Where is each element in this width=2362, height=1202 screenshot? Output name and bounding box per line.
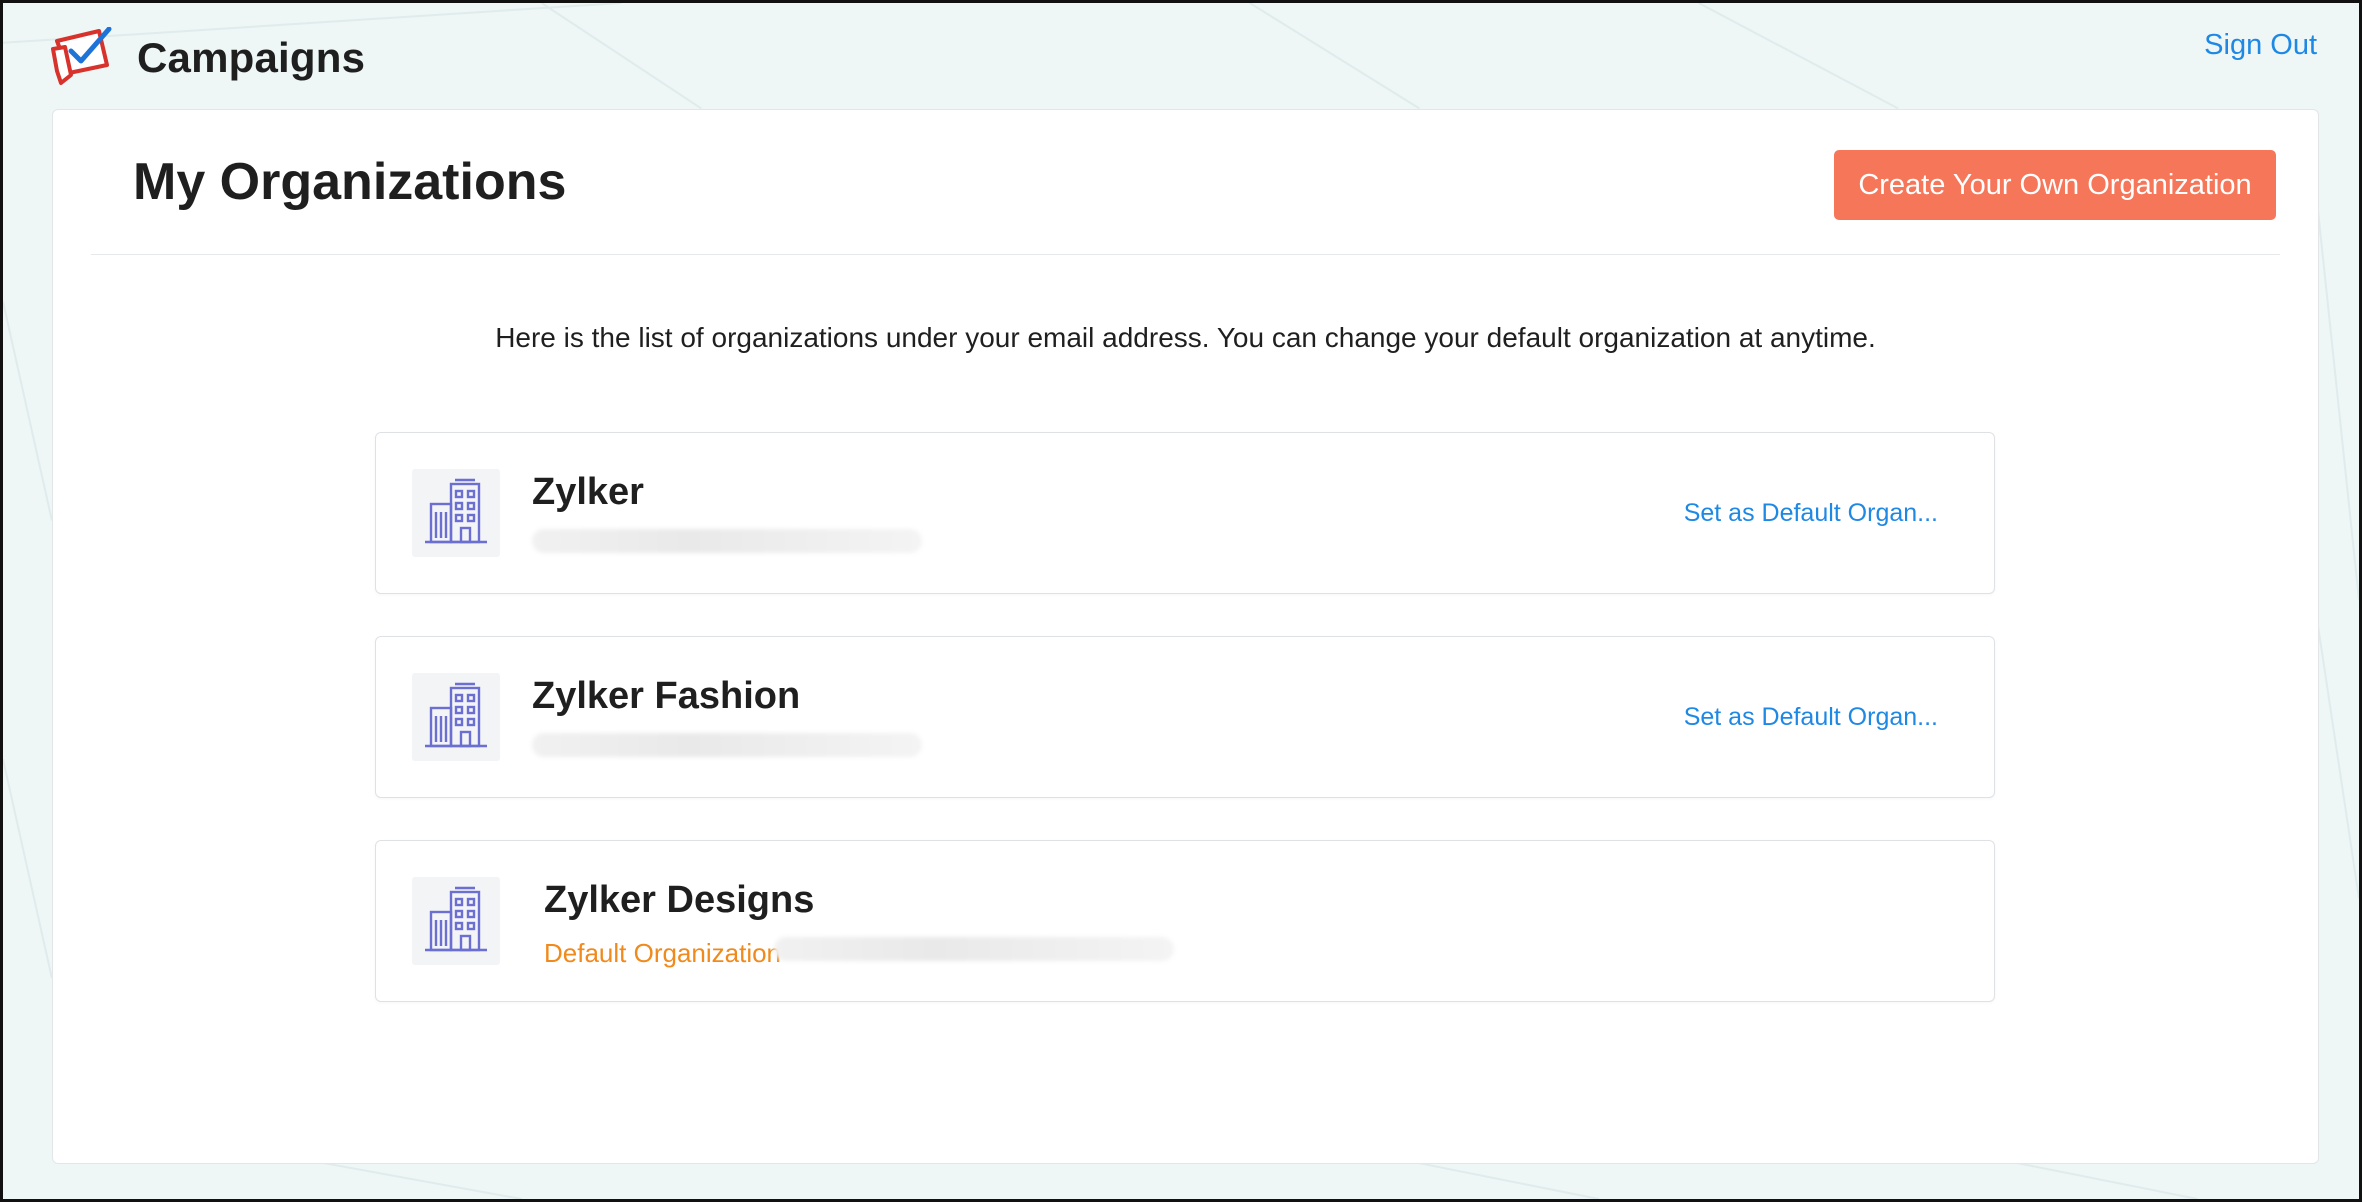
- brand[interactable]: Campaigns: [49, 27, 365, 89]
- building-icon: [412, 469, 500, 557]
- organizations-panel: My Organizations Create Your Own Organiz…: [52, 109, 2319, 1164]
- set-default-organization-link[interactable]: Set as Default Organ...: [1684, 703, 1938, 732]
- create-organization-button[interactable]: Create Your Own Organization: [1834, 150, 2276, 220]
- intro-text: Here is the list of organizations under …: [495, 322, 1876, 353]
- redacted-email: [532, 529, 922, 553]
- organization-name: Zylker Designs: [544, 879, 815, 921]
- set-default-organization-link[interactable]: Set as Default Organ...: [1684, 499, 1938, 528]
- organization-name: Zylker: [532, 471, 644, 513]
- app-name: Campaigns: [137, 34, 366, 81]
- building-icon: [412, 877, 500, 965]
- redacted-email: [774, 937, 1174, 961]
- organization-card: Zylker Fashion Set as Default Organ...: [375, 636, 1995, 798]
- panel-header: My Organizations Create Your Own Organiz…: [91, 110, 2280, 255]
- default-organization-badge: Default Organization: [544, 938, 782, 968]
- building-icon: [412, 673, 500, 761]
- redacted-email: [532, 733, 922, 757]
- sign-out-link[interactable]: Sign Out: [2204, 29, 2317, 62]
- top-bar: Campaigns Sign Out: [3, 3, 2359, 109]
- organization-name: Zylker Fashion: [532, 675, 801, 717]
- organization-card-default: Zylker Designs Default Organization: [375, 840, 1995, 1002]
- campaigns-logo-icon: [51, 27, 112, 85]
- page-title: My Organizations: [133, 153, 567, 211]
- organization-card: Zylker Set as Default Organ...: [375, 432, 1995, 594]
- app-window: Campaigns Sign Out My Organizations Crea…: [0, 0, 2362, 1202]
